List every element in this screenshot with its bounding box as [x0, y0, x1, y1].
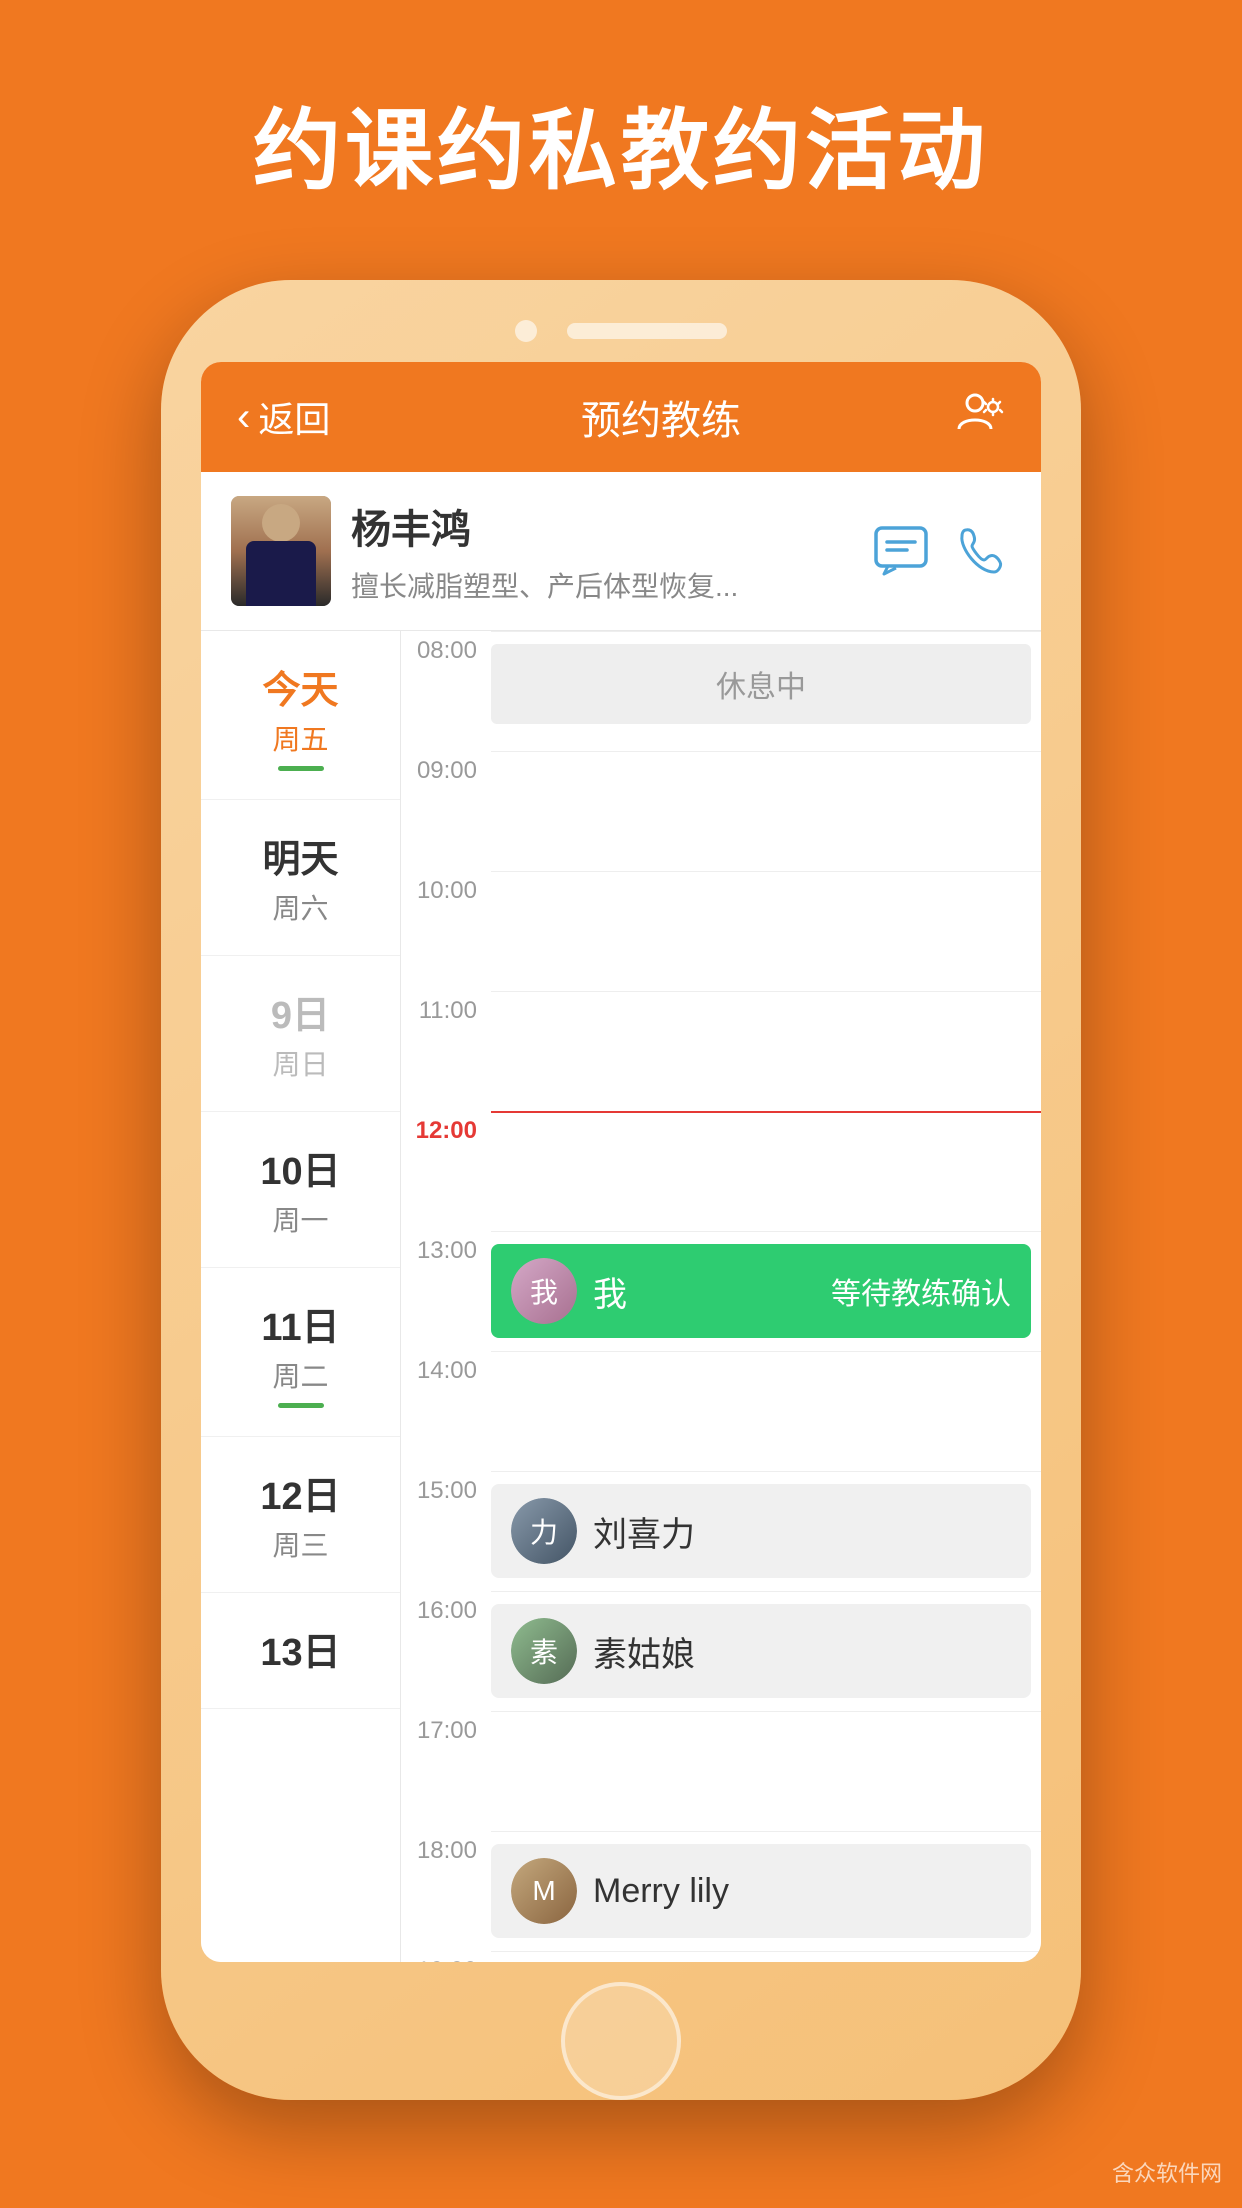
time-slot-1200: 12:00 [401, 1111, 1041, 1231]
time-label-1500: 15:00 [401, 1471, 491, 1505]
time-label-1000: 10:00 [401, 871, 491, 905]
time-label-1600: 16:00 [401, 1591, 491, 1625]
time-slot-1000: 10:00 [401, 871, 1041, 991]
booking-avatar-merrylily: M [511, 1858, 577, 1924]
back-label: 返回 [258, 391, 330, 443]
day-item-tomorrow[interactable]: 明天 周六 [201, 800, 400, 956]
booking-item-merrylily[interactable]: M Merry lily [491, 1844, 1031, 1938]
time-label-1400: 14:00 [401, 1351, 491, 1385]
time-line-1100 [491, 991, 1041, 1101]
active-day-indicator [278, 766, 324, 771]
phone-screen: ‹ 返回 预约教练 杨丰鸿 [201, 362, 1041, 1962]
back-arrow-icon: ‹ [237, 395, 250, 440]
trainer-avatar [231, 496, 331, 606]
time-line-1700 [491, 1711, 1041, 1821]
phone-top-sensors [161, 280, 1081, 362]
time-slot-0800: 08:00 休息中 [401, 631, 1041, 751]
time-label-0900: 09:00 [401, 751, 491, 785]
time-slot-1900: 19:00 [401, 1951, 1041, 1962]
trainer-name: 杨丰鸿 [351, 497, 851, 555]
day-label-tomorrow: 明天 [201, 828, 400, 883]
phone-speaker [567, 323, 727, 339]
time-slot-1600: 16:00 素 素姑娘 [401, 1591, 1041, 1711]
content-area: 今天 周五 明天 周六 9日 周日 10日 周一 11日 [201, 631, 1041, 1962]
booking-status-pending: 等待教练确认 [831, 1269, 1011, 1313]
time-label-1700: 17:00 [401, 1711, 491, 1745]
back-button[interactable]: ‹ 返回 [237, 391, 377, 443]
rest-block: 休息中 [491, 644, 1031, 724]
time-line-1800: M Merry lily [491, 1831, 1041, 1950]
person-settings-icon[interactable] [945, 387, 1005, 448]
day-label-13: 13日 [201, 1621, 400, 1676]
home-button[interactable] [561, 1982, 681, 2100]
time-label-0800: 08:00 [401, 631, 491, 665]
booking-item-liuxili[interactable]: 力 刘喜力 [491, 1484, 1031, 1578]
time-label-1800: 18:00 [401, 1831, 491, 1865]
time-slot-1300: 13:00 我 我 等待教练确认 [401, 1231, 1041, 1351]
time-label-1100: 11:00 [401, 991, 491, 1025]
booking-name-merrylily: Merry lily [593, 1872, 729, 1911]
day-label-9: 9日 [201, 984, 400, 1039]
day-sublabel-today: 周五 [201, 718, 400, 758]
day-label-11: 11日 [201, 1296, 400, 1351]
time-slot-1800: 18:00 M Merry lily [401, 1831, 1041, 1951]
time-line-1600: 素 素姑娘 [491, 1591, 1041, 1710]
day-label-10: 10日 [201, 1140, 400, 1195]
watermark: 含众软件网 [1112, 2156, 1222, 2188]
time-line-0800: 休息中 [491, 631, 1041, 741]
time-line-1900 [491, 1951, 1041, 1962]
day-label-12: 12日 [201, 1465, 400, 1520]
trainer-description: 擅长减脂塑型、产后体型恢复... [351, 565, 851, 605]
time-line-1200-current [491, 1111, 1041, 1221]
day-sublabel-9: 周日 [201, 1043, 400, 1083]
time-line-1000 [491, 871, 1041, 981]
booking-name-suguniang: 素姑娘 [593, 1627, 695, 1676]
day-item-day13[interactable]: 13日 [201, 1593, 400, 1709]
booking-avatar-liuxili: 力 [511, 1498, 577, 1564]
day11-indicator [278, 1403, 324, 1408]
day-sublabel-11: 周二 [201, 1355, 400, 1395]
phone-button[interactable] [951, 521, 1011, 581]
time-slot-1700: 17:00 [401, 1711, 1041, 1831]
navigation-header: ‹ 返回 预约教练 [201, 362, 1041, 472]
time-slot-1100: 11:00 [401, 991, 1041, 1111]
day-label-today: 今天 [201, 659, 400, 714]
trainer-info-panel: 杨丰鸿 擅长减脂塑型、产后体型恢复... [201, 472, 1041, 631]
booking-avatar-suguniang: 素 [511, 1618, 577, 1684]
schedule-area: 08:00 休息中 09:00 10:00 11:00 [401, 631, 1041, 1962]
day-sublabel-tomorrow: 周六 [201, 887, 400, 927]
time-line-1500: 力 刘喜力 [491, 1471, 1041, 1590]
front-camera-dot [515, 320, 537, 342]
day-item-day11[interactable]: 11日 周二 [201, 1268, 400, 1437]
time-line-0900 [491, 751, 1041, 861]
booking-item-suguniang[interactable]: 素 素姑娘 [491, 1604, 1031, 1698]
day-item-today[interactable]: 今天 周五 [201, 631, 400, 800]
time-line-1400 [491, 1351, 1041, 1461]
time-slot-1400: 14:00 [401, 1351, 1041, 1471]
time-slot-1500: 15:00 力 刘喜力 [401, 1471, 1041, 1591]
days-sidebar: 今天 周五 明天 周六 9日 周日 10日 周一 11日 [201, 631, 401, 1962]
time-label-1200-current: 12:00 [401, 1111, 491, 1145]
chat-button[interactable] [871, 521, 931, 581]
time-slot-0900: 09:00 [401, 751, 1041, 871]
time-label-1300: 13:00 [401, 1231, 491, 1265]
day-item-day10[interactable]: 10日 周一 [201, 1112, 400, 1268]
trainer-actions [871, 521, 1011, 581]
day-sublabel-12: 周三 [201, 1524, 400, 1564]
booking-name-liuxili: 刘喜力 [593, 1507, 695, 1556]
page-title: 约课约私教约活动 [0, 80, 1242, 207]
booking-name-me: 我 [593, 1267, 627, 1316]
booking-avatar-me: 我 [511, 1258, 577, 1324]
booking-item-pending[interactable]: 我 我 等待教练确认 [491, 1244, 1031, 1338]
time-label-1900: 19:00 [401, 1951, 491, 1962]
time-line-1300: 我 我 等待教练确认 [491, 1231, 1041, 1350]
trainer-text: 杨丰鸿 擅长减脂塑型、产后体型恢复... [351, 497, 851, 605]
day-sublabel-10: 周一 [201, 1199, 400, 1239]
phone-shell: ‹ 返回 预约教练 杨丰鸿 [161, 280, 1081, 2100]
day-item-day12[interactable]: 12日 周三 [201, 1437, 400, 1593]
day-item-day9[interactable]: 9日 周日 [201, 956, 400, 1112]
header-title: 预约教练 [377, 388, 945, 446]
